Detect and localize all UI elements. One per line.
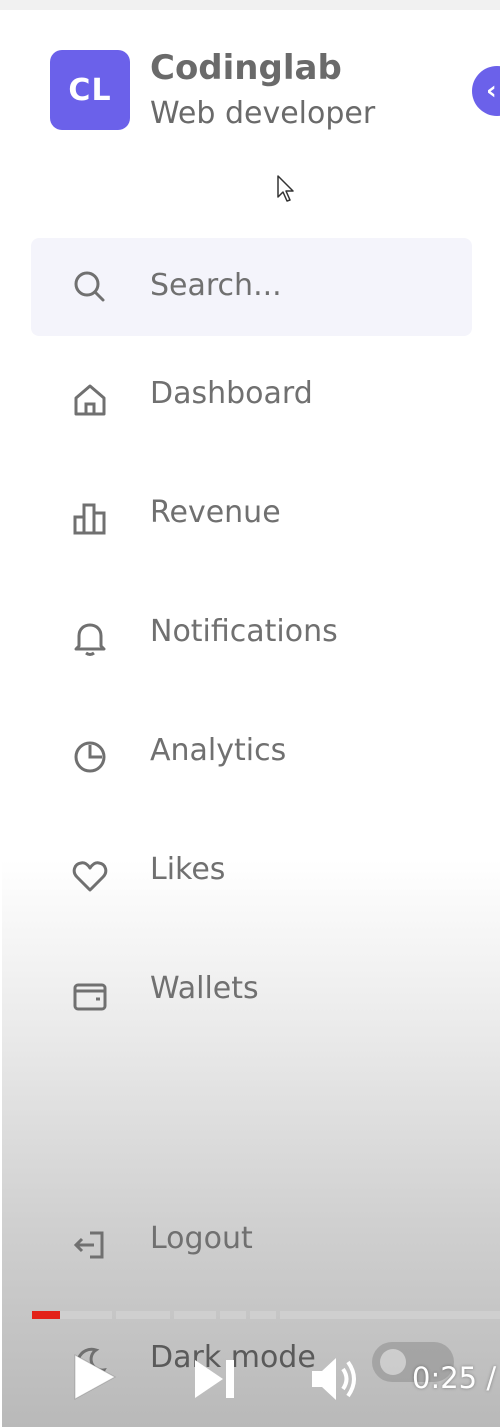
- video-time: 0:25 /: [412, 1361, 497, 1395]
- nav-item-revenue[interactable]: Revenue: [2, 481, 500, 551]
- progress-played: [32, 1311, 61, 1319]
- progress-segment: [250, 1311, 276, 1319]
- heart-icon: [72, 861, 108, 892]
- brand-initials: CL: [68, 72, 112, 108]
- mouse-cursor-icon: [277, 175, 294, 202]
- bell-icon: [74, 623, 106, 656]
- nav-item-analytics[interactable]: Analytics: [2, 719, 500, 789]
- nav-label-wallets: Wallets: [150, 971, 259, 1006]
- brand-logo: CL: [50, 50, 130, 130]
- volume-button[interactable]: [310, 1354, 362, 1404]
- sidebar: CL Codinglab Web developer ‹ Search... D…: [2, 10, 500, 1427]
- logout-label: Logout: [150, 1221, 253, 1256]
- nav-label-likes: Likes: [150, 852, 226, 887]
- play-button[interactable]: [72, 1352, 118, 1402]
- progress-segment: [220, 1311, 246, 1319]
- sidebar-collapse-button[interactable]: ‹: [472, 66, 500, 116]
- nav-label-dashboard: Dashboard: [150, 376, 313, 411]
- nav-item-likes[interactable]: Likes: [2, 838, 500, 908]
- pie-chart-icon: [74, 741, 106, 773]
- brand-role: Web developer: [150, 96, 376, 131]
- progress-segment: [174, 1311, 216, 1319]
- bar-chart-icon: [73, 503, 106, 535]
- video-progress-bar[interactable]: [32, 1311, 500, 1319]
- nav-item-wallets[interactable]: Wallets: [2, 957, 500, 1027]
- nav-item-dashboard[interactable]: Dashboard: [2, 362, 500, 432]
- search-icon: [74, 271, 105, 302]
- chevron-left-icon: ‹: [486, 76, 497, 106]
- nav-label-revenue: Revenue: [150, 495, 281, 530]
- nav-label-notifications: Notifications: [150, 614, 338, 649]
- progress-segment: [116, 1311, 170, 1319]
- logout-icon: [73, 1231, 104, 1259]
- brand-name: Codinglab: [150, 48, 342, 88]
- logout-button[interactable]: Logout: [2, 1207, 500, 1277]
- nav-label-analytics: Analytics: [150, 733, 287, 768]
- next-button[interactable]: [193, 1358, 239, 1400]
- search-bar[interactable]: Search...: [31, 238, 472, 336]
- search-input[interactable]: Search...: [150, 268, 282, 303]
- video-controls: 0:25 /: [0, 1328, 500, 1427]
- window-top-strip: [0, 0, 500, 10]
- nav-item-notifications[interactable]: Notifications: [2, 600, 500, 670]
- progress-segment: [280, 1311, 500, 1319]
- wallet-icon: [73, 983, 107, 1011]
- home-icon: [74, 384, 106, 416]
